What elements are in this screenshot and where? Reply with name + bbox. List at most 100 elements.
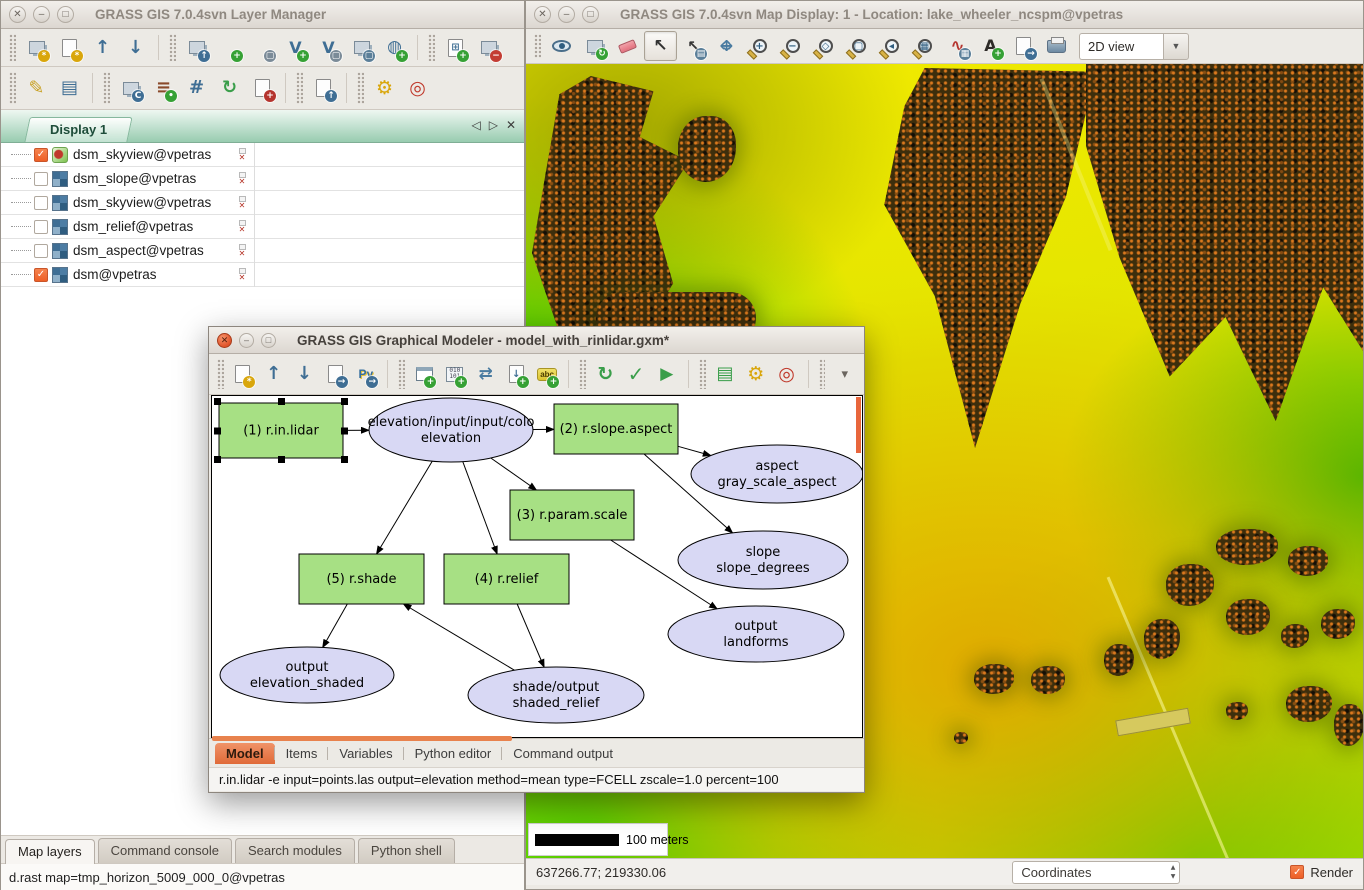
run-icon[interactable]: ▶ <box>651 359 682 389</box>
toolbar-grip[interactable] <box>428 34 435 61</box>
display-map-icon[interactable] <box>545 31 578 61</box>
prev-display-icon[interactable]: ◁ <box>471 118 480 132</box>
pan-icon[interactable]: ↔↕ <box>710 31 743 61</box>
vertical-scrollbar[interactable] <box>856 397 861 453</box>
horizontal-scrollbar[interactable] <box>212 736 512 741</box>
model-node-elevation[interactable]: elevation/input/input/coloelevation <box>368 398 535 462</box>
layer-name[interactable]: dsm@vpetras <box>73 267 156 282</box>
toolbar-grip[interactable] <box>398 359 405 389</box>
add-relation-icon[interactable]: ⇄ <box>470 359 501 389</box>
model-node-slope[interactable]: slopeslope_degrees <box>678 531 848 589</box>
add-multiple-layers-icon[interactable]: ↑ <box>180 33 213 63</box>
zoom-extent-icon[interactable]: ◇ <box>809 31 842 61</box>
toolbar-grip[interactable] <box>9 72 16 104</box>
cartographic-composer-icon[interactable]: + <box>246 73 279 103</box>
add-data-icon[interactable]: 010 101+ <box>439 359 470 389</box>
chevron-down-icon[interactable]: ▼ <box>1163 33 1189 60</box>
model-canvas[interactable]: (1) r.in.lidar elevation/input/input/colo… <box>211 395 863 738</box>
render-toggle[interactable]: ✓ Render <box>1290 865 1353 880</box>
modeler-tab-command-output[interactable]: Command output <box>502 743 624 764</box>
render-map-icon[interactable]: ↻ <box>578 31 611 61</box>
minimize-icon[interactable]: – <box>239 333 254 348</box>
run-script-icon[interactable]: ↑ <box>307 73 340 103</box>
raster-calculator-icon[interactable]: ≡• <box>147 73 180 103</box>
new-model-icon[interactable]: * <box>228 359 259 389</box>
layer-mini-buttons[interactable]: ✕ <box>234 196 250 210</box>
close-icon[interactable]: ✕ <box>9 6 26 23</box>
toolbar-grip[interactable] <box>699 359 706 389</box>
statusbar-mode-select[interactable]: Coordinates ▲▼ <box>1012 861 1180 884</box>
save-model-icon[interactable]: ↓ <box>289 359 320 389</box>
layer-mini-buttons[interactable]: ✕ <box>234 268 250 282</box>
add-loop-icon[interactable]: ↓+ <box>501 359 532 389</box>
tab-command-console[interactable]: Command console <box>98 838 232 863</box>
add-command-icon[interactable]: + <box>409 359 440 389</box>
add-web-service-layer-icon[interactable]: ◍+ <box>378 33 411 63</box>
layer-manager-titlebar[interactable]: ✕ – □ GRASS GIS 7.0.4svn Layer Manager <box>1 1 524 29</box>
modeler-tab-variables[interactable]: Variables <box>328 743 403 764</box>
graphical-modeler-icon[interactable]: ↻ <box>213 73 246 103</box>
validate-icon[interactable]: ✓ <box>621 359 652 389</box>
layer-checkbox[interactable] <box>34 196 48 210</box>
close-icon[interactable]: ✕ <box>534 6 551 23</box>
add-raster-layer-icon[interactable]: + <box>213 33 246 63</box>
add-comment-icon[interactable]: abc+ <box>532 359 563 389</box>
layer-checkbox[interactable] <box>34 244 48 258</box>
save-workspace-icon[interactable]: ↓ <box>119 33 152 63</box>
model-node-rparam[interactable]: (3) r.param.scale <box>510 490 634 540</box>
layer-row[interactable]: ✓ dsm@vpetras ✕ <box>1 263 524 287</box>
layer-checkbox[interactable]: ✓ <box>34 268 48 282</box>
toolbar-grip[interactable] <box>169 34 176 61</box>
layer-row[interactable]: dsm_aspect@vpetras ✕ <box>1 239 524 263</box>
tab-map-layers[interactable]: Map layers <box>5 839 95 864</box>
add-layer-group-icon[interactable]: ▢ <box>345 33 378 63</box>
tab-search-modules[interactable]: Search modules <box>235 838 355 863</box>
add-vector-misc-layers-icon[interactable]: V▢ <box>312 33 345 63</box>
more-icon[interactable]: ▾ <box>829 359 860 389</box>
add-raster-misc-layers-icon[interactable]: ▢ <box>246 33 279 63</box>
toolbar-grip[interactable] <box>9 34 16 61</box>
selection-handle[interactable] <box>278 456 285 463</box>
layer-name[interactable]: dsm_skyview@vpetras <box>73 147 211 162</box>
selection-handle[interactable] <box>278 398 285 405</box>
modeler-tab-python-editor[interactable]: Python editor <box>404 743 503 764</box>
export-image-icon[interactable]: → <box>320 359 351 389</box>
minimize-icon[interactable]: – <box>33 6 50 23</box>
toolbar-grip[interactable] <box>217 359 224 389</box>
view-mode-combobox[interactable]: 2D view ▼ <box>1079 33 1189 60</box>
query-icon[interactable]: ↖▤ <box>677 31 710 61</box>
layer-row[interactable]: dsm_skyview@vpetras✕ <box>1 191 524 215</box>
minimize-icon[interactable]: – <box>558 6 575 23</box>
model-node-rshade[interactable]: (5) r.shade <box>299 554 424 604</box>
attribute-table-icon[interactable]: ▤ <box>53 73 86 103</box>
settings-icon[interactable]: ⚙ <box>740 359 771 389</box>
pointer-icon[interactable]: ↖ <box>644 31 677 61</box>
tab-display-1[interactable]: Display 1 <box>24 117 132 142</box>
maximize-icon[interactable]: □ <box>582 6 599 23</box>
toolbar-grip[interactable] <box>296 72 303 104</box>
model-node-rslope[interactable]: (2) r.slope.aspect <box>554 404 678 454</box>
model-node-rinlidar[interactable]: (1) r.in.lidar <box>214 398 348 463</box>
layer-mini-buttons[interactable]: ✕ <box>234 244 250 258</box>
spinner-icon[interactable]: ▲▼ <box>1171 863 1176 881</box>
open-workspace-icon[interactable]: ↑ <box>86 33 119 63</box>
command-prompt[interactable]: d.rast map=tmp_horizon_5009_000_0@vpetra… <box>1 864 524 890</box>
layer-mini-buttons[interactable]: ✕ <box>234 220 250 234</box>
toolbar-grip[interactable] <box>579 359 586 389</box>
layer-name[interactable]: dsm_slope@vpetras <box>73 171 196 186</box>
selection-handle[interactable] <box>214 456 221 463</box>
selection-handle[interactable] <box>214 428 221 435</box>
tab-python-shell[interactable]: Python shell <box>358 838 455 863</box>
delete-layer-icon[interactable]: − <box>472 33 505 63</box>
toolbar-grip[interactable] <box>534 34 541 58</box>
layer-name[interactable]: dsm_aspect@vpetras <box>73 243 204 258</box>
layer-row[interactable]: dsm_slope@vpetras ✕ <box>1 167 524 191</box>
print-icon[interactable] <box>1040 31 1073 61</box>
layer-checkbox[interactable]: ✓ <box>34 148 48 162</box>
selection-handle[interactable] <box>341 428 348 435</box>
model-node-rrelief[interactable]: (4) r.relief <box>444 554 569 604</box>
redraw-icon[interactable]: ↻ <box>590 359 621 389</box>
layer-mini-buttons[interactable]: ✕ <box>234 172 250 186</box>
layer-row[interactable]: dsm_relief@vpetras✕ <box>1 215 524 239</box>
modeler-tab-model[interactable]: Model <box>215 743 275 764</box>
